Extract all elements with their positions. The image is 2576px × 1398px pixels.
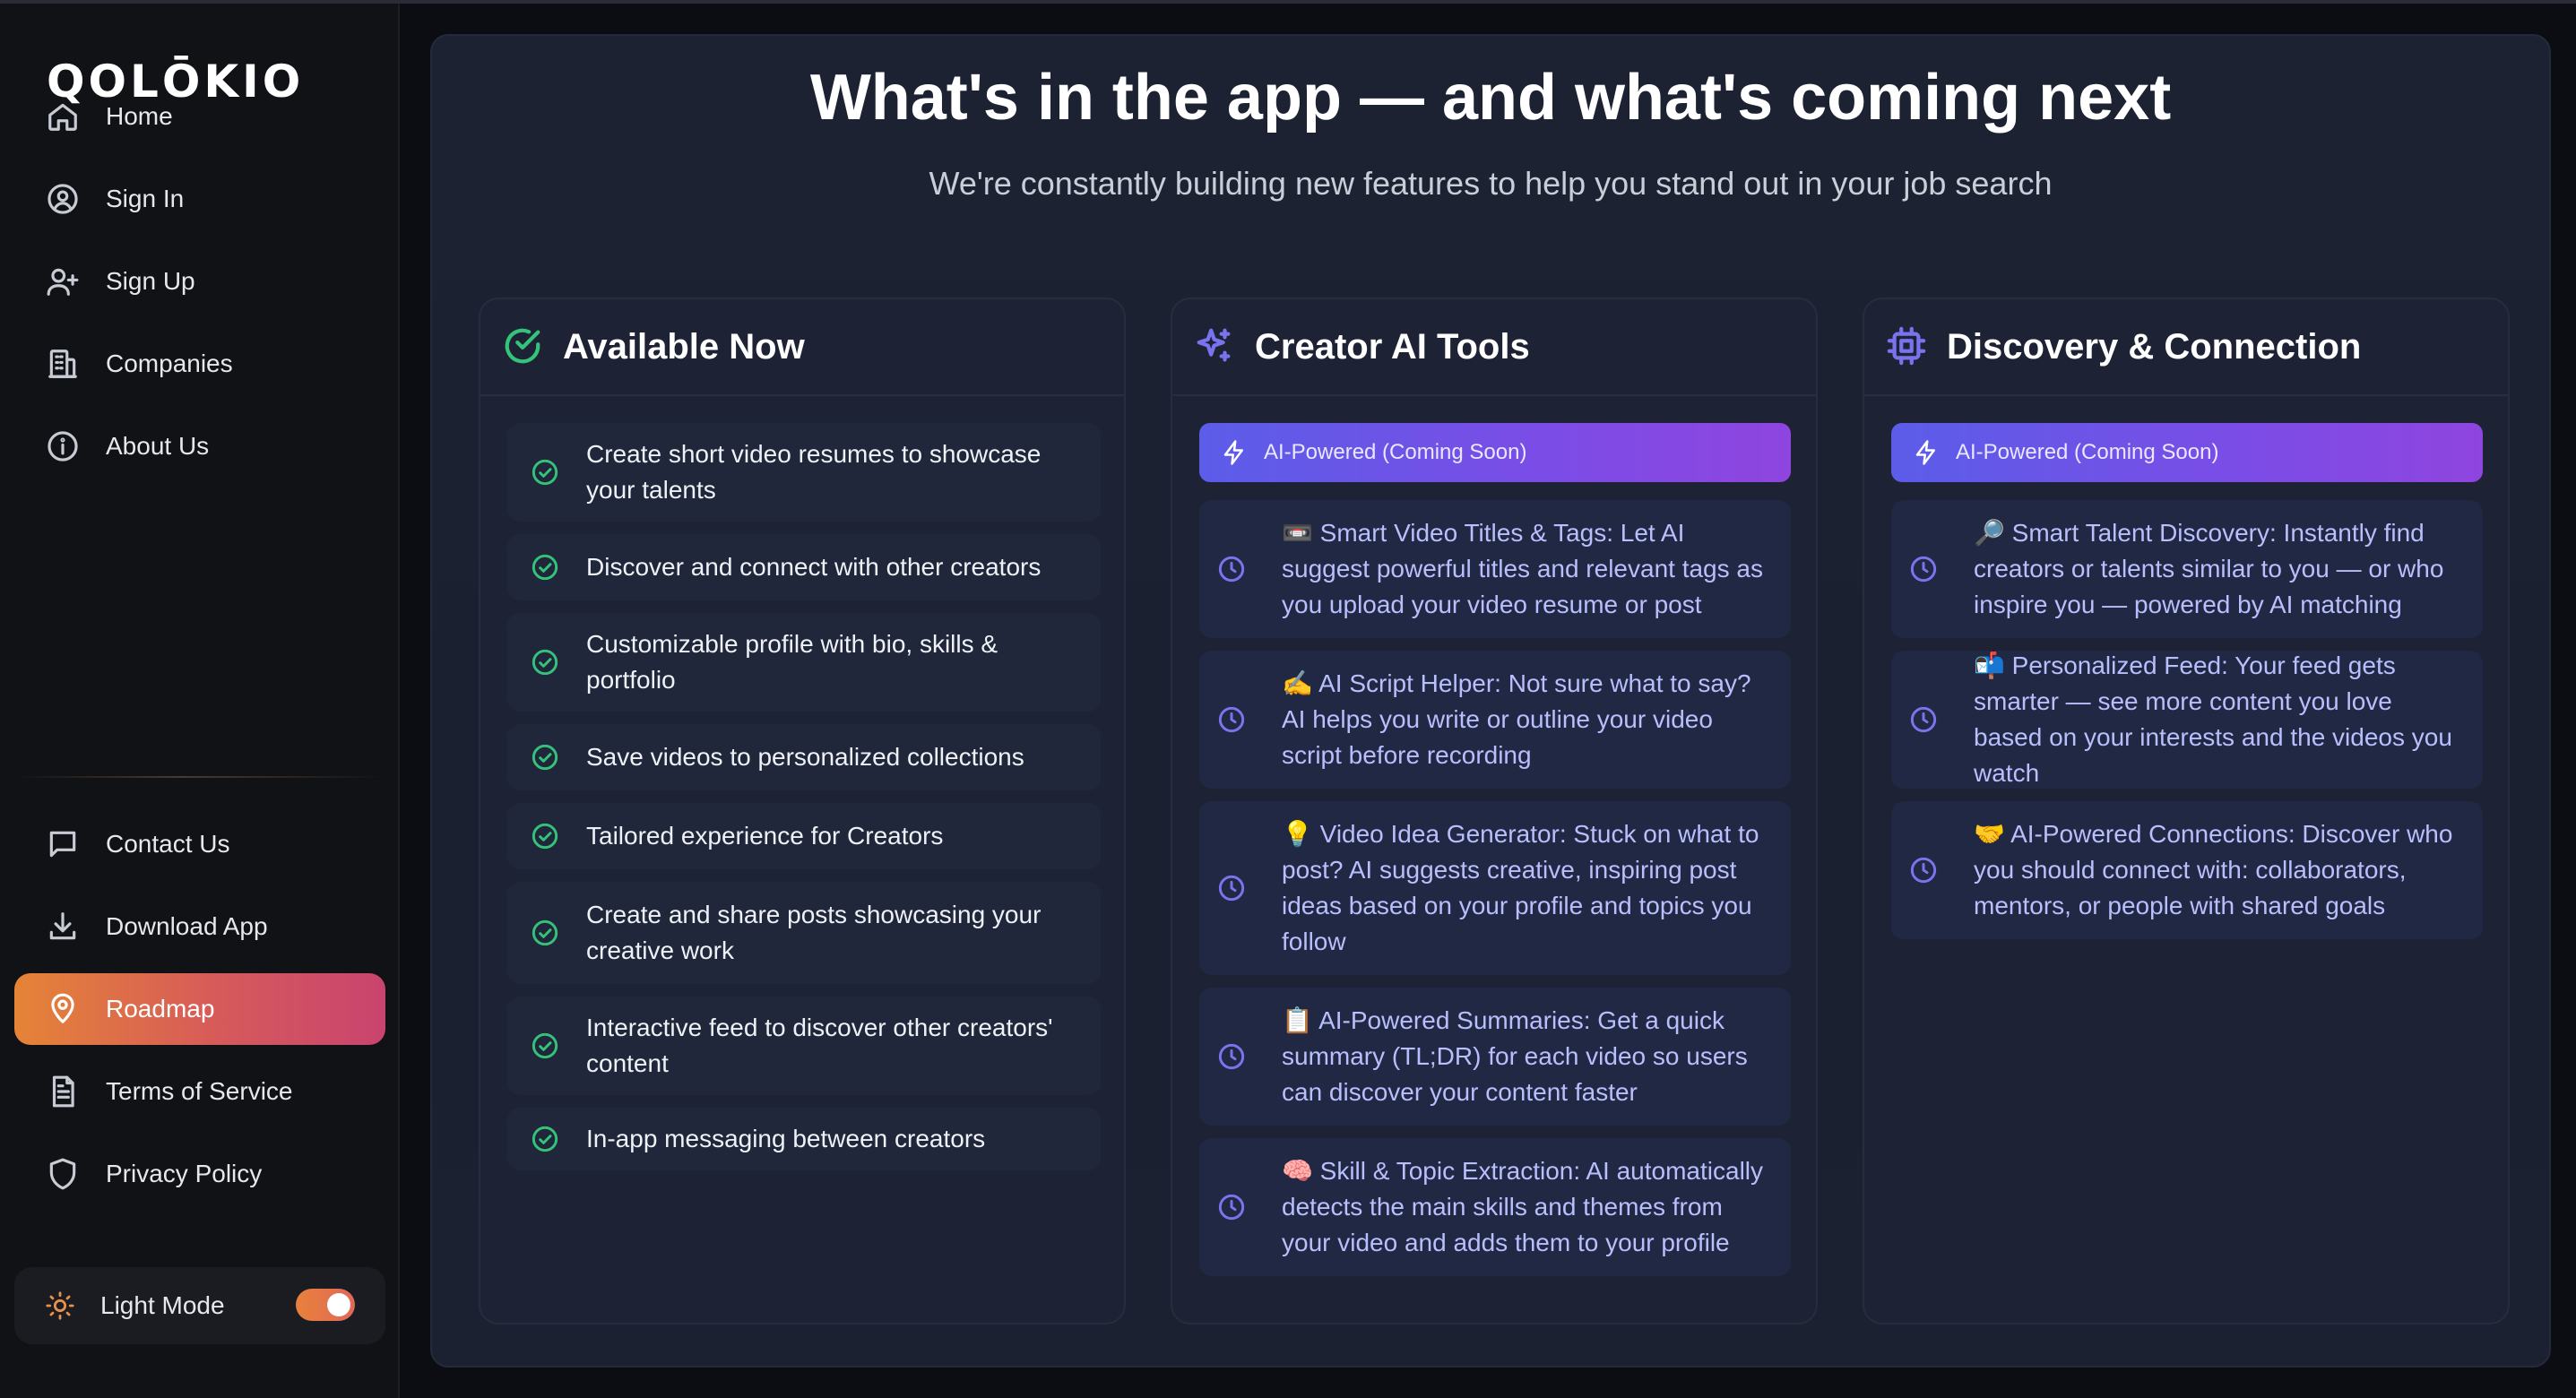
sidebar-item-label: About Us [106, 432, 210, 460]
check-circle-icon [502, 325, 545, 368]
sidebar-item-label: Terms of Service [106, 1077, 293, 1105]
list-item: 📼 Smart Video Titles & Tags: Let AI sugg… [1199, 500, 1791, 638]
shield-icon [45, 1156, 81, 1192]
sun-icon [45, 1290, 75, 1321]
building-icon [45, 346, 81, 382]
card-title: Discovery & Connection [1947, 326, 2362, 367]
card-title: Available Now [563, 326, 805, 367]
clock-icon [1909, 555, 1940, 583]
list-item: Create short video resumes to showcase y… [507, 423, 1101, 522]
sidebar: QOLŌKIO Home Sign In Sign Up Companies A… [0, 4, 400, 1398]
page-subtitle: We're constantly building new features t… [929, 165, 2053, 202]
list-item: 📬 Personalized Feed: Your feed gets smar… [1891, 651, 2483, 789]
lightning-icon [1913, 439, 1940, 466]
list-item: In-app messaging between creators [507, 1108, 1101, 1170]
clock-icon [1909, 856, 1940, 885]
check-circle-icon [531, 919, 561, 947]
creator-ai-feature-list: 📼 Smart Video Titles & Tags: Let AI sugg… [1199, 500, 1791, 1289]
sidebar-item-roadmap[interactable]: Roadmap [14, 973, 385, 1045]
sidebar-item-label: Roadmap [106, 995, 215, 1023]
list-item: Tailored experience for Creators [507, 803, 1101, 869]
sidebar-item-home[interactable]: Home [14, 81, 385, 152]
sidebar-item-label: Companies [106, 350, 233, 377]
check-circle-icon [531, 822, 561, 850]
sidebar-item-sign-in[interactable]: Sign In [14, 163, 385, 235]
ai-powered-badge: AI-Powered (Coming Soon) [1891, 423, 2483, 482]
list-item: Create and share posts showcasing your c… [507, 882, 1101, 984]
discovery-connection-card: Discovery & Connection AI-Powered (Comin… [1863, 298, 2510, 1325]
user-circle-icon [45, 181, 81, 217]
check-circle-icon [531, 648, 561, 677]
switch-knob [327, 1293, 350, 1316]
card-header: Creator AI Tools [1172, 299, 1816, 396]
list-item: 🔎 Smart Talent Discovery: Instantly find… [1891, 500, 2483, 638]
clock-icon [1217, 555, 1248, 583]
map-pin-icon [45, 991, 81, 1027]
clock-icon [1217, 1042, 1248, 1071]
list-item: ✍️ AI Script Helper: Not sure what to sa… [1199, 651, 1791, 789]
creator-ai-tools-card: Creator AI Tools AI-Powered (Coming Soon… [1171, 298, 1818, 1325]
sidebar-item-about-us[interactable]: About Us [14, 410, 385, 482]
theme-toggle-label: Light Mode [100, 1291, 225, 1319]
sidebar-item-sign-up[interactable]: Sign Up [14, 246, 385, 317]
download-icon [45, 909, 81, 945]
sidebar-divider [14, 776, 385, 778]
sidebar-item-companies[interactable]: Companies [14, 328, 385, 400]
card-header: Discovery & Connection [1864, 299, 2508, 396]
sidebar-item-label: Contact Us [106, 830, 230, 858]
cpu-chip-icon [1886, 325, 1929, 368]
card-title: Creator AI Tools [1255, 326, 1530, 367]
roadmap-panel: What's in the app — and what's coming ne… [430, 34, 2551, 1368]
available-feature-list: Create short video resumes to showcase y… [507, 423, 1101, 1183]
clock-icon [1217, 1193, 1248, 1221]
sparkles-icon [1194, 325, 1237, 368]
sidebar-item-label: Home [106, 102, 173, 130]
check-circle-icon [531, 1125, 561, 1153]
info-icon [45, 428, 81, 464]
list-item: 🧠 Skill & Topic Extraction: AI automatic… [1199, 1138, 1791, 1276]
list-item: 🤝 AI-Powered Connections: Discover who y… [1891, 801, 2483, 939]
sidebar-item-label: Privacy Policy [106, 1160, 263, 1187]
sidebar-item-terms-of-service[interactable]: Terms of Service [14, 1056, 385, 1127]
clock-icon [1217, 705, 1248, 734]
ai-powered-badge: AI-Powered (Coming Soon) [1199, 423, 1791, 482]
theme-toggle-row: Light Mode [14, 1267, 385, 1344]
list-item: 💡 Video Idea Generator: Stuck on what to… [1199, 801, 1791, 975]
clock-icon [1217, 874, 1248, 902]
card-header: Available Now [480, 299, 1124, 396]
message-icon [45, 826, 81, 862]
sidebar-item-label: Download App [106, 912, 268, 940]
list-item: Save videos to personalized collections [507, 724, 1101, 790]
list-item: Interactive feed to discover other creat… [507, 997, 1101, 1095]
sidebar-item-download-app[interactable]: Download App [14, 891, 385, 962]
check-circle-icon [531, 458, 561, 487]
sidebar-item-label: Sign In [106, 185, 185, 212]
light-mode-switch[interactable] [296, 1289, 355, 1321]
sidebar-item-contact-us[interactable]: Contact Us [14, 808, 385, 880]
page-title: What's in the app — and what's coming ne… [809, 62, 2172, 134]
discovery-feature-list: 🔎 Smart Talent Discovery: Instantly find… [1891, 500, 2483, 952]
check-circle-icon [531, 743, 561, 772]
check-circle-icon [531, 1031, 561, 1060]
available-now-card: Available Now Create short video resumes… [479, 298, 1126, 1325]
check-circle-icon [531, 553, 561, 582]
sidebar-item-privacy-policy[interactable]: Privacy Policy [14, 1138, 385, 1210]
clock-icon [1909, 705, 1940, 734]
sidebar-item-label: Sign Up [106, 267, 195, 295]
lightning-icon [1221, 439, 1248, 466]
document-icon [45, 1074, 81, 1109]
list-item: Discover and connect with other creators [507, 534, 1101, 600]
home-icon [45, 99, 81, 134]
user-plus-icon [45, 263, 81, 299]
list-item: Customizable profile with bio, skills & … [507, 613, 1101, 712]
list-item: 📋 AI-Powered Summaries: Get a quick summ… [1199, 988, 1791, 1126]
